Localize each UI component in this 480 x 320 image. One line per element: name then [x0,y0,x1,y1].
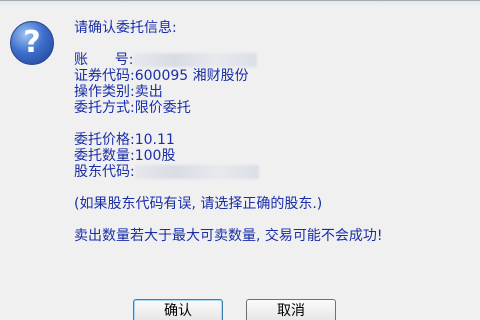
account-value-redacted [133,53,258,67]
holder-note: (如果股东代码有误, 请选择正确的股东.) [74,196,474,212]
cancel-button-label: 取消 [277,303,305,319]
operation-label: 操作类别: [74,84,135,100]
operation-value: 卖出 [134,84,163,100]
account-label: 账 号: [74,52,134,68]
operation-row: 操作类别: 卖出 [74,84,474,100]
order-type-row: 委托方式: 限价委托 [74,100,474,116]
holder-note-text: (如果股东代码有误, 请选择正确的股东.) [74,196,323,212]
dialog-message: 请确认委托信息: 账 号: 证券代码: 600095 湘财股份 操作类别: 卖出… [74,20,474,244]
confirm-order-dialog: ? 请确认委托信息: 账 号: 证券代码: 600095 湘财股份 操作类别: … [0,0,480,320]
dialog-top-edge [0,1,480,7]
account-row: 账 号: [74,52,474,68]
holder-value-redacted [134,165,259,179]
cancel-button[interactable]: 取消 [246,299,336,320]
order-type-value: 限价委托 [134,100,191,116]
dialog-header: 请确认委托信息: [74,20,474,36]
quantity-value: 100股 [134,148,176,164]
security-row: 证券代码: 600095 湘财股份 [74,68,474,84]
confirm-button-label: 确认 [164,303,192,319]
price-label: 委托价格: [74,132,135,148]
sell-warning: 卖出数量若大于最大可卖数量, 交易可能不会成功! [74,228,474,244]
order-type-label: 委托方式: [74,100,135,116]
question-icon: ? [10,21,54,65]
quantity-label: 委托数量: [74,148,135,164]
quantity-row: 委托数量: 100股 [74,148,474,164]
holder-row: 股东代码: [74,164,474,180]
price-value: 10.11 [134,132,175,148]
confirm-button[interactable]: 确认 [133,299,223,320]
sell-warning-text: 卖出数量若大于最大可卖数量, 交易可能不会成功! [74,228,383,244]
dialog-header-text: 请确认委托信息: [74,20,177,36]
holder-label: 股东代码: [74,164,135,180]
price-row: 委托价格: 10.11 [74,132,474,148]
security-label: 证券代码: [74,68,135,84]
security-value: 600095 湘财股份 [134,68,249,84]
